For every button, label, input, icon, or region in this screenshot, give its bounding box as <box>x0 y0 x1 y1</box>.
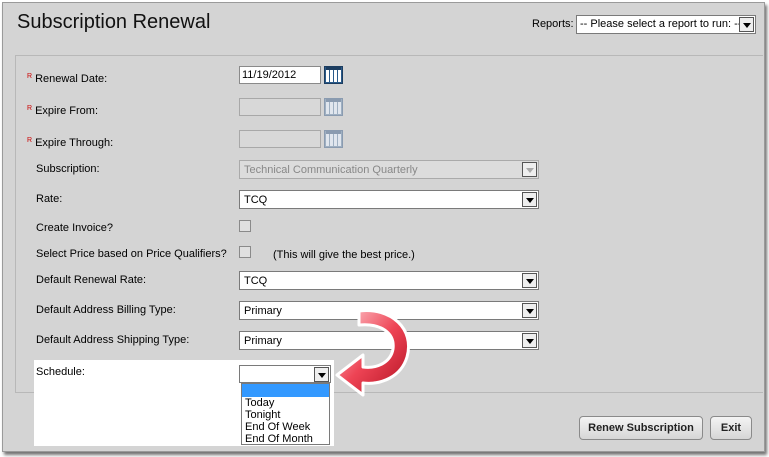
price-qualifiers-label: Select Price based on Price Qualifiers? <box>36 248 227 260</box>
rate-select[interactable]: TCQ <box>239 190 539 209</box>
expire-through-label: R Expire Through: <box>27 137 114 149</box>
reports-label: Reports: <box>532 18 574 30</box>
billing-type-value: Primary <box>244 305 282 317</box>
schedule-option[interactable]: Today <box>242 397 329 409</box>
schedule-option[interactable]: End Of Month <box>242 433 329 445</box>
schedule-select[interactable] <box>239 365 331 383</box>
reports-selected-value: -- Please select a report to run: -- <box>580 18 742 30</box>
schedule-option[interactable]: End Of Week <box>242 421 329 433</box>
schedule-label: Schedule: <box>36 366 85 378</box>
exit-button[interactable]: Exit <box>710 416 752 440</box>
required-marker: R <box>27 105 33 112</box>
required-marker: R <box>27 73 33 80</box>
required-marker: R <box>27 137 33 144</box>
calendar-icon[interactable] <box>324 98 343 116</box>
shipping-type-label: Default Address Shipping Type: <box>36 334 190 346</box>
window-frame: Subscription Renewal Reports: -- Please … <box>2 2 765 452</box>
expire-through-field[interactable] <box>239 130 321 148</box>
chevron-down-icon[interactable] <box>739 17 754 32</box>
renewal-date-field[interactable]: 11/19/2012 <box>239 66 321 84</box>
chevron-down-icon[interactable] <box>522 333 537 348</box>
billing-type-label: Default Address Billing Type: <box>36 304 176 316</box>
reports-dropdown[interactable]: -- Please select a report to run: -- <box>576 15 756 34</box>
chevron-down-icon[interactable] <box>522 162 537 177</box>
renew-subscription-button[interactable]: Renew Subscription <box>579 416 703 440</box>
default-renewal-rate-value: TCQ <box>244 275 268 287</box>
expire-from-label: R Expire From: <box>27 105 99 117</box>
chevron-down-icon[interactable] <box>314 367 329 382</box>
subscription-label: Subscription: <box>36 163 100 175</box>
rate-value: TCQ <box>244 194 268 206</box>
expire-from-field[interactable] <box>239 98 321 116</box>
rate-label: Rate: <box>36 193 63 205</box>
chevron-down-icon[interactable] <box>522 273 537 288</box>
price-qualifiers-checkbox[interactable] <box>239 246 251 258</box>
create-invoice-checkbox[interactable] <box>239 220 251 232</box>
page-title: Subscription Renewal <box>17 11 211 33</box>
chevron-down-icon[interactable] <box>522 192 537 207</box>
calendar-icon[interactable] <box>324 130 343 148</box>
subscription-select[interactable]: Technical Communication Quarterly <box>239 160 539 179</box>
curved-arrow-icon <box>335 309 410 397</box>
schedule-option[interactable] <box>242 384 329 397</box>
default-renewal-rate-select[interactable]: TCQ <box>239 271 539 290</box>
create-invoice-label: Create Invoice? <box>36 222 114 234</box>
chevron-down-icon[interactable] <box>522 303 537 318</box>
renewal-date-label: R Renewal Date: <box>27 73 108 85</box>
price-qualifiers-note: (This will give the best price.) <box>273 249 415 261</box>
default-renewal-rate-label: Default Renewal Rate: <box>36 274 147 286</box>
schedule-option[interactable]: Tonight <box>242 409 329 421</box>
subscription-value: Technical Communication Quarterly <box>244 164 418 176</box>
schedule-options-list[interactable]: Today Tonight End Of Week End Of Month <box>241 383 330 445</box>
shipping-type-value: Primary <box>244 335 282 347</box>
calendar-icon[interactable] <box>324 66 343 84</box>
